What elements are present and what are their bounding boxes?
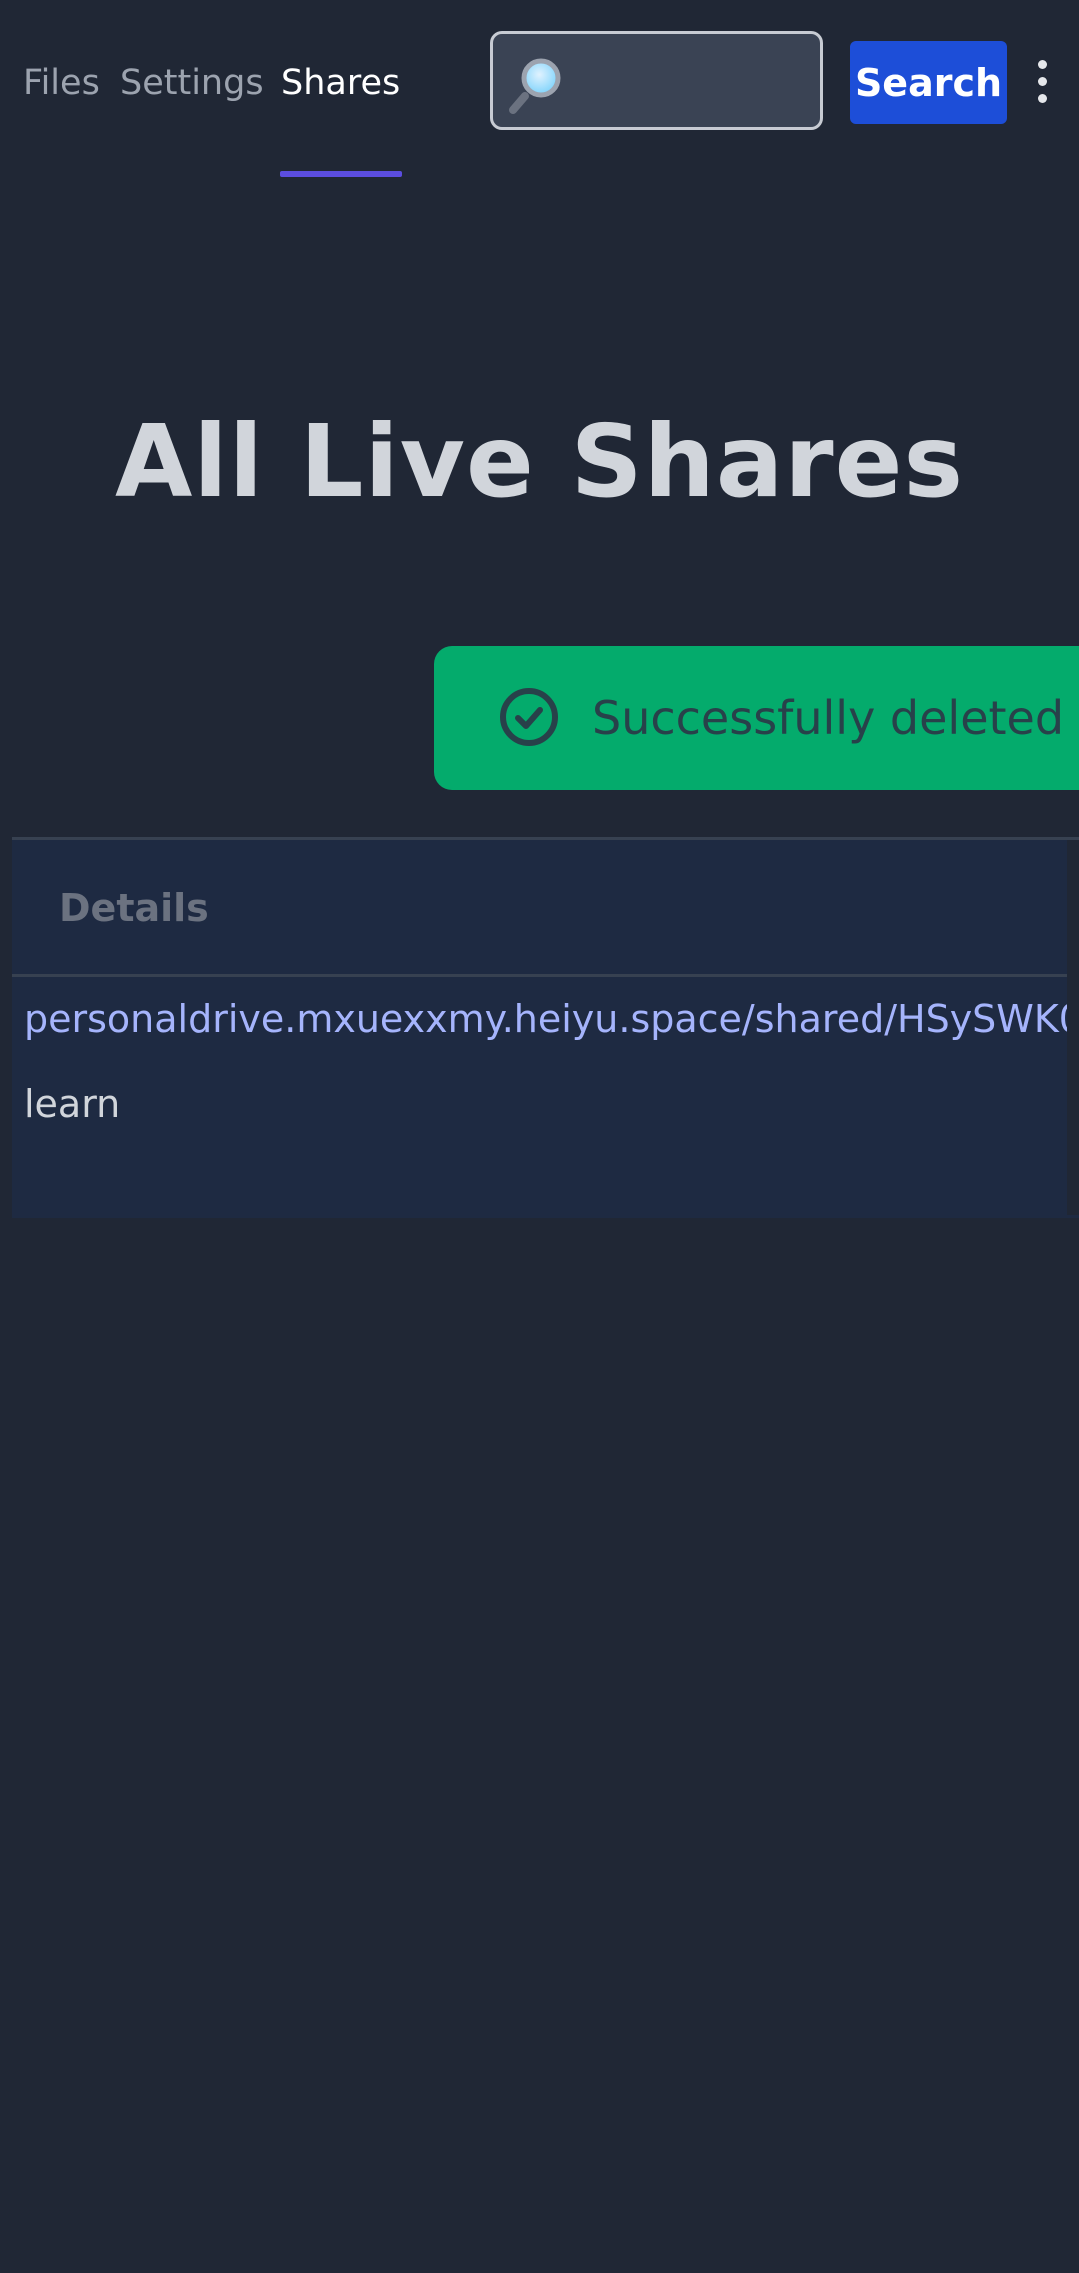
success-toast: Successfully deleted sh (434, 646, 1079, 790)
share-name: learn (24, 1082, 121, 1126)
magnifier-icon (509, 58, 561, 114)
search-button[interactable]: Search (850, 41, 1007, 124)
search-box[interactable] (490, 31, 823, 130)
table-header: Details (12, 840, 1079, 977)
kebab-menu-icon[interactable] (1034, 58, 1050, 104)
tab-shares[interactable]: Shares (281, 58, 400, 108)
top-navigation: Files Settings Shares Search (0, 0, 1079, 180)
column-header-details: Details (59, 886, 209, 930)
toast-message: Successfully deleted sh (592, 691, 1079, 745)
active-tab-indicator (280, 171, 402, 177)
page: Files Settings Shares Search All Live Sh… (0, 0, 1079, 2273)
check-circle-icon (500, 688, 558, 746)
tab-settings[interactable]: Settings (120, 58, 264, 108)
search-input[interactable] (573, 34, 817, 129)
shares-table: Details personaldrive.mxuexxmy.heiyu.spa… (12, 837, 1079, 1218)
table-edge (1067, 840, 1079, 1215)
share-link[interactable]: personaldrive.mxuexxmy.heiyu.space/share… (24, 995, 1079, 1043)
page-title: All Live Shares (115, 403, 964, 520)
tab-files[interactable]: Files (23, 58, 100, 108)
